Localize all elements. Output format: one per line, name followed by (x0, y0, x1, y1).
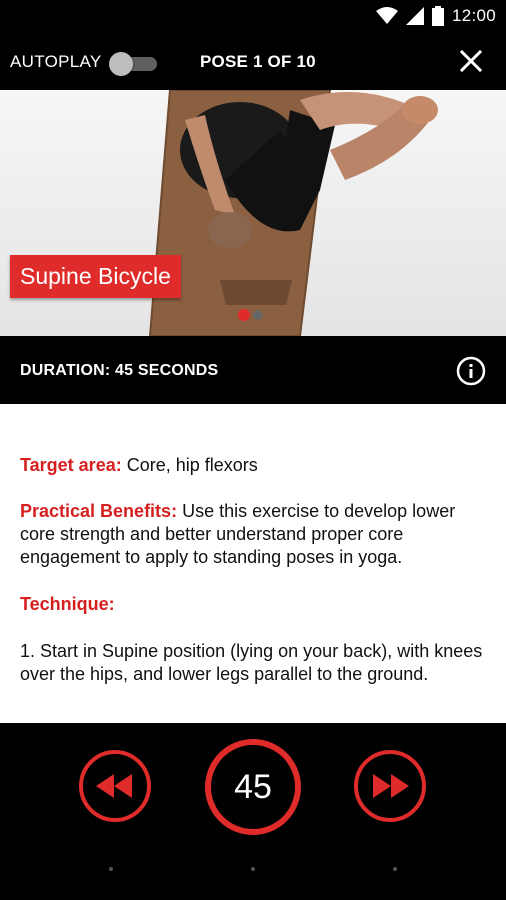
fast-forward-icon (373, 774, 409, 798)
status-bar: 12:00 (0, 0, 506, 34)
rewind-icon (96, 774, 132, 798)
fast-forward-button[interactable] (354, 750, 426, 822)
pose-photo: Supine Bicycle (0, 90, 506, 336)
close-icon[interactable] (458, 48, 484, 74)
signal-icon (405, 7, 424, 25)
countdown-timer[interactable]: 45 (205, 739, 301, 835)
practical-benefits: Practical Benefits: Use this exercise to… (20, 500, 490, 569)
target-area-label: Target area: (20, 455, 122, 475)
autoplay-label: AUTOPLAY (10, 52, 102, 71)
nav-dot (393, 867, 397, 871)
top-bar: AUTOPLAY POSE 1 OF 10 (0, 34, 506, 90)
status-icons: 12:00 (375, 6, 496, 26)
pose-details: Target area: Core, hip flexors Practical… (0, 404, 506, 723)
timer-value: 45 (234, 767, 272, 806)
rewind-button[interactable] (79, 750, 151, 822)
technique-label: Technique: (20, 594, 115, 614)
target-area: Target area: Core, hip flexors (20, 454, 490, 477)
autoplay-toggle[interactable] (109, 52, 157, 76)
status-time: 12:00 (451, 6, 496, 25)
battery-icon (431, 6, 444, 26)
playback-controls: 45 (0, 723, 506, 900)
pose-name-badge: Supine Bicycle (10, 255, 181, 298)
toggle-thumb (109, 52, 133, 76)
nav-dot (251, 867, 255, 871)
benefits-label: Practical Benefits: (20, 501, 178, 521)
pose-counter: POSE 1 OF 10 (200, 52, 316, 71)
nav-dot (109, 867, 113, 871)
info-icon[interactable] (456, 356, 486, 386)
wifi-icon (375, 7, 398, 24)
technique-step-1: 1. Start in Supine position (lying on yo… (20, 641, 483, 684)
duration-bar: DURATION: 45 SECONDS (0, 336, 506, 404)
technique-heading: Technique: (20, 593, 490, 616)
pose-illustration (0, 90, 506, 336)
duration-text: DURATION: 45 SECONDS (20, 362, 219, 379)
target-area-value: Core, hip flexors (121, 455, 258, 475)
